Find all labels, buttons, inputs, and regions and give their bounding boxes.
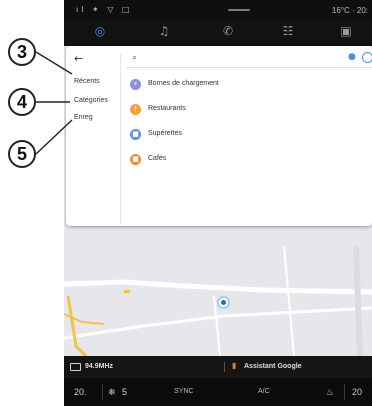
car-display-screen: ıl ✶ ▽ □ 16°C · 20: ◎ ♫ ✆ ☷ ▣ ← Récents …: [64, 0, 372, 406]
passenger-temperature[interactable]: 20: [352, 387, 362, 397]
callout-number: 5: [16, 144, 27, 164]
radio-frequency[interactable]: 94.9MHz: [85, 363, 113, 370]
category-convenience-stores[interactable]: ■ Supérettes: [130, 128, 330, 144]
category-label: Cafés: [148, 155, 167, 162]
media-divider: [224, 362, 225, 372]
restaurant-icon: †: [130, 104, 141, 115]
category-charging-stations[interactable]: ⚡ Bornes de chargement: [130, 78, 330, 94]
sidebar-item-recents[interactable]: Récents: [74, 78, 100, 85]
callout-4: 4: [8, 88, 36, 116]
search-icon: ⌕: [132, 53, 138, 63]
category-label: Restaurants: [148, 105, 186, 112]
status-icons: ıl ✶ ▽ □: [76, 5, 133, 14]
sync-button[interactable]: SYNC: [174, 388, 193, 395]
fan-level[interactable]: 5: [122, 387, 127, 397]
shopping-cart-icon: ■: [130, 129, 141, 140]
phone-icon[interactable]: ✆: [218, 24, 238, 42]
apps-grid-icon[interactable]: ☷: [278, 24, 298, 42]
current-location-dot: [219, 298, 228, 307]
coffee-cup-icon: ■: [130, 154, 141, 165]
callout-number: 3: [16, 42, 27, 62]
category-cafes[interactable]: ■ Cafés: [130, 153, 330, 169]
category-label: Supérettes: [148, 130, 182, 137]
sidebar-divider: [120, 54, 121, 224]
sidebar-item-categories[interactable]: Catégories: [74, 97, 108, 104]
voice-assistant-icon[interactable]: ▮: [232, 361, 236, 370]
sidebar-item-saved[interactable]: Enreg: [74, 114, 93, 121]
search-panel: ← Récents Catégories Enreg ⌕ ● ⚡ Bornes …: [66, 46, 372, 226]
category-restaurants[interactable]: † Restaurants: [130, 103, 330, 119]
drag-handle[interactable]: [228, 9, 250, 11]
temperature-time: 16°C · 20:: [331, 6, 368, 15]
radio-icon[interactable]: [70, 363, 81, 371]
search-input[interactable]: ⌕ ●: [126, 52, 372, 68]
seat-heater-icon[interactable]: ♨: [326, 387, 334, 398]
callout-3: 3: [8, 38, 36, 66]
back-arrow-icon[interactable]: ←: [74, 52, 83, 65]
fan-icon[interactable]: ❄: [108, 387, 116, 398]
climate-bar: 20. ❄ 5 SYNC A/C ♨ 20: [64, 378, 372, 406]
top-nav-bar: ◎ ♫ ✆ ☷ ▣: [64, 20, 372, 46]
microphone-icon[interactable]: ●: [348, 52, 356, 62]
music-icon[interactable]: ♫: [154, 24, 174, 42]
ac-button[interactable]: A/C: [258, 388, 270, 395]
status-bar: ıl ✶ ▽ □ 16°C · 20:: [64, 0, 372, 20]
driver-temperature[interactable]: 20.: [74, 387, 87, 397]
category-label: Bornes de chargement: [148, 80, 219, 87]
climate-divider: [102, 384, 103, 400]
assistant-icon[interactable]: [362, 52, 372, 63]
media-bar: 94.9MHz ▮ Assistant Google: [64, 356, 372, 378]
map-pin-icon[interactable]: ◎: [90, 24, 110, 42]
callout-5: 5: [8, 140, 36, 168]
climate-divider: [344, 384, 345, 400]
voice-assistant-label[interactable]: Assistant Google: [244, 363, 302, 370]
callout-number: 4: [16, 92, 27, 112]
charging-station-icon: ⚡: [130, 79, 141, 90]
car-icon[interactable]: ▣: [336, 24, 356, 42]
